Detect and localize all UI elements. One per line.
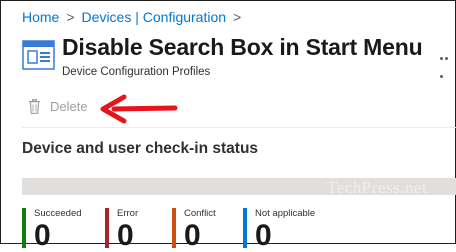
- configuration-profile-icon: [22, 40, 55, 70]
- status-tile-count: 0: [34, 219, 51, 252]
- trash-icon: [29, 99, 40, 114]
- command-bar: Delete: [28, 99, 88, 114]
- section-title: Device and user check-in status: [22, 140, 259, 157]
- status-tile[interactable]: Succeeded 0: [22, 208, 82, 252]
- breadcrumb: Home > Devices | Configuration >: [22, 9, 241, 25]
- status-tile[interactable]: Conflict 0: [172, 208, 216, 252]
- watermark: TechPress.net: [327, 178, 428, 197]
- delete-button[interactable]: Delete: [50, 99, 88, 114]
- page-subtitle: Device Configuration Profiles: [62, 66, 211, 78]
- status-tile-label: Conflict: [184, 208, 216, 219]
- status-tile-count: 0: [184, 219, 201, 252]
- more-options-button[interactable]: [440, 47, 454, 78]
- status-tile[interactable]: Error 0: [105, 208, 139, 252]
- page-title: Disable Search Box in Start Menu: [62, 34, 423, 60]
- breadcrumb-devices-configuration-link[interactable]: Devices | Configuration: [82, 9, 226, 25]
- status-tile-count: 0: [255, 219, 272, 252]
- annotation-arrow-icon: [100, 94, 178, 124]
- breadcrumb-home-link[interactable]: Home: [22, 9, 59, 25]
- breadcrumb-separator: >: [233, 9, 242, 25]
- breadcrumb-separator: >: [66, 9, 75, 25]
- status-tile-label: Not applicable: [255, 208, 316, 219]
- status-tile[interactable]: Not applicable 0: [243, 208, 316, 252]
- status-tile-label: Succeeded: [34, 208, 82, 219]
- toolbar-divider: [22, 127, 456, 128]
- status-tile-label: Error: [117, 208, 139, 219]
- status-tile-count: 0: [117, 219, 134, 252]
